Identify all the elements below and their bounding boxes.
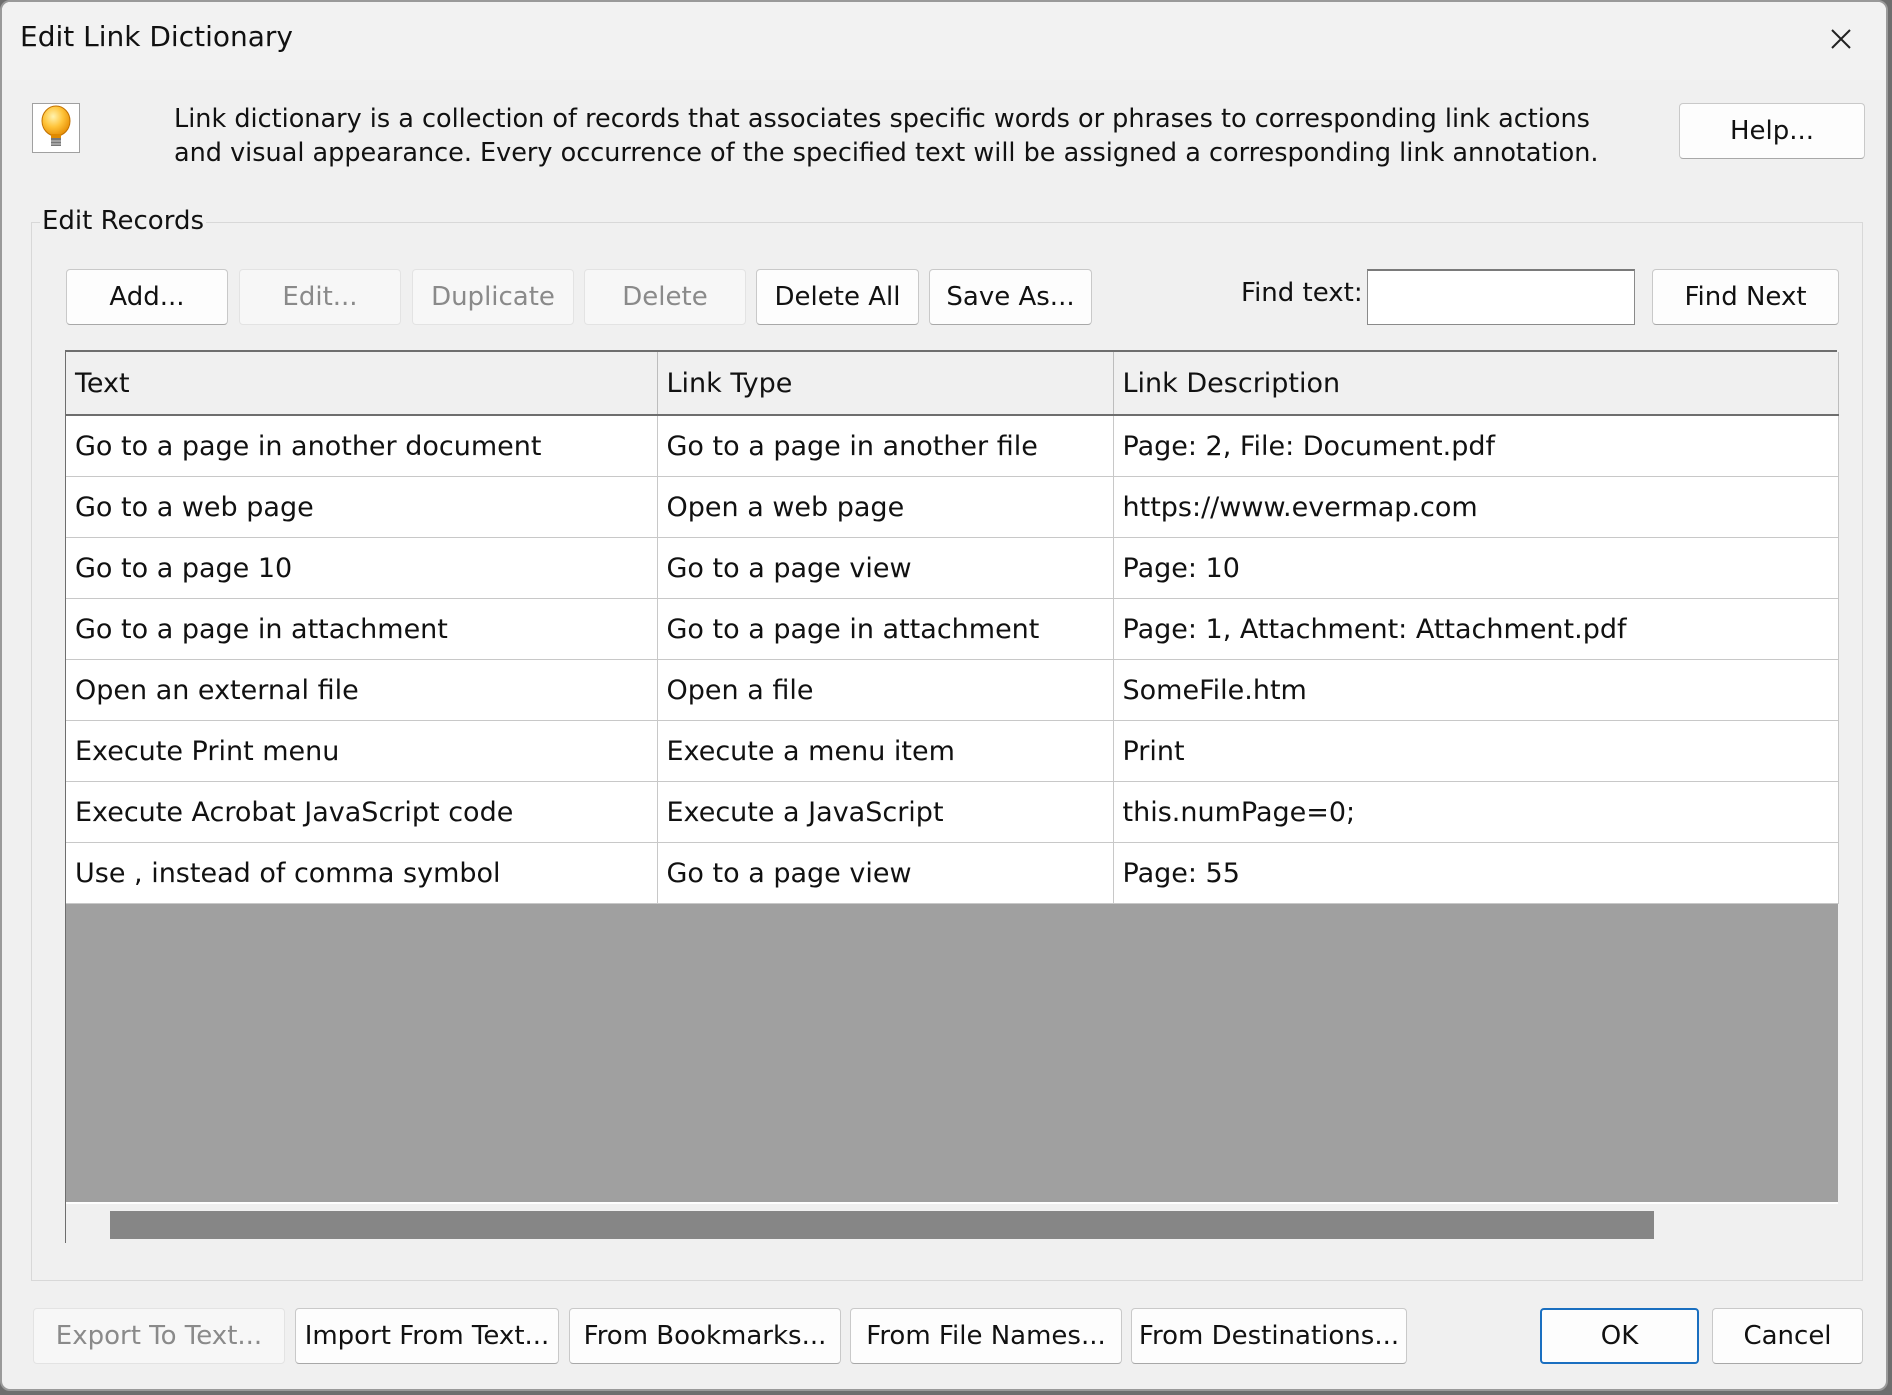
edit-records-label: Edit Records [40,206,206,236]
table-header-row: Text Link Type Link Description [66,352,1839,416]
records-table-body: Text Link Type Link Description Go to a … [66,352,1839,1202]
find-next-button[interactable]: Find Next [1652,269,1839,325]
cell-link-type: Go to a page view [657,537,1114,599]
table-row[interactable]: Use , instead of comma symbol Go to a pa… [66,842,1839,904]
dialog-title: Edit Link Dictionary [20,20,293,53]
cell-link-type: Open a web page [657,476,1114,538]
table-row[interactable]: Go to a web page Open a web page https:/… [66,476,1839,538]
from-bookmarks-button[interactable]: From Bookmarks... [569,1308,841,1364]
title-bar: Edit Link Dictionary [2,2,1886,80]
cancel-button[interactable]: Cancel [1712,1308,1863,1364]
delete-all-button[interactable]: Delete All [756,269,919,325]
cell-text: Execute Print menu [66,720,658,782]
table-row[interactable]: Open an external file Open a file SomeFi… [66,659,1839,721]
ok-button[interactable]: OK [1540,1308,1699,1364]
cell-link-description: Page: 2, File: Document.pdf [1113,415,1839,477]
duplicate-button[interactable]: Duplicate [412,269,574,325]
cell-text: Go to a page in attachment [66,598,658,660]
cell-text: Go to a web page [66,476,658,538]
cell-link-description: https://www.evermap.com [1113,476,1839,538]
delete-button[interactable]: Delete [584,269,746,325]
column-header-link-description[interactable]: Link Description [1113,352,1839,416]
import-from-text-button[interactable]: Import From Text... [295,1308,559,1364]
cell-text: Open an external file [66,659,658,721]
cell-link-description: SomeFile.htm [1113,659,1839,721]
cell-link-type: Go to a page in another file [657,415,1114,477]
lightbulb-icon [32,103,80,153]
cell-link-description: Page: 10 [1113,537,1839,599]
cell-text: Execute Acrobat JavaScript code [66,781,658,843]
cell-link-description: this.numPage=0; [1113,781,1839,843]
cell-link-description: Print [1113,720,1839,782]
cell-text: Go to a page in another document [66,415,658,477]
table-row[interactable]: Go to a page in another document Go to a… [66,415,1839,477]
column-header-text[interactable]: Text [66,352,658,416]
close-icon [1831,29,1851,49]
horizontal-scrollbar-thumb[interactable] [110,1211,1654,1239]
cell-link-type: Open a file [657,659,1114,721]
find-text-input[interactable] [1367,269,1635,325]
close-button[interactable] [1818,16,1864,62]
horizontal-scrollbar[interactable] [66,1202,1838,1243]
table-row[interactable]: Go to a page 10 Go to a page view Page: … [66,537,1839,599]
table-row[interactable]: Execute Acrobat JavaScript code Execute … [66,781,1839,843]
help-button[interactable]: Help... [1679,103,1865,159]
add-button[interactable]: Add... [66,269,228,325]
cell-link-description: Page: 1, Attachment: Attachment.pdf [1113,598,1839,660]
cell-link-type: Go to a page view [657,842,1114,904]
edit-button[interactable]: Edit... [239,269,401,325]
cell-link-type: Go to a page in attachment [657,598,1114,660]
save-as-button[interactable]: Save As... [929,269,1092,325]
find-text-label: Find text: [1241,278,1363,308]
cell-text: Use , instead of comma symbol [66,842,658,904]
edit-link-dictionary-dialog: Edit Link Dictionary Link dictionary is … [0,0,1888,1391]
export-to-text-button[interactable]: Export To Text... [33,1308,285,1364]
from-file-names-button[interactable]: From File Names... [850,1308,1122,1364]
column-header-link-type[interactable]: Link Type [657,352,1114,416]
table-row[interactable]: Go to a page in attachment Go to a page … [66,598,1839,660]
cell-link-type: Execute a menu item [657,720,1114,782]
cell-link-description: Page: 55 [1113,842,1839,904]
cell-text: Go to a page 10 [66,537,658,599]
records-table: Text Link Type Link Description Go to a … [65,350,1839,1243]
from-destinations-button[interactable]: From Destinations... [1131,1308,1407,1364]
cell-link-type: Execute a JavaScript [657,781,1114,843]
table-row[interactable]: Execute Print menu Execute a menu item P… [66,720,1839,782]
intro-description: Link dictionary is a collection of recor… [174,104,1599,168]
